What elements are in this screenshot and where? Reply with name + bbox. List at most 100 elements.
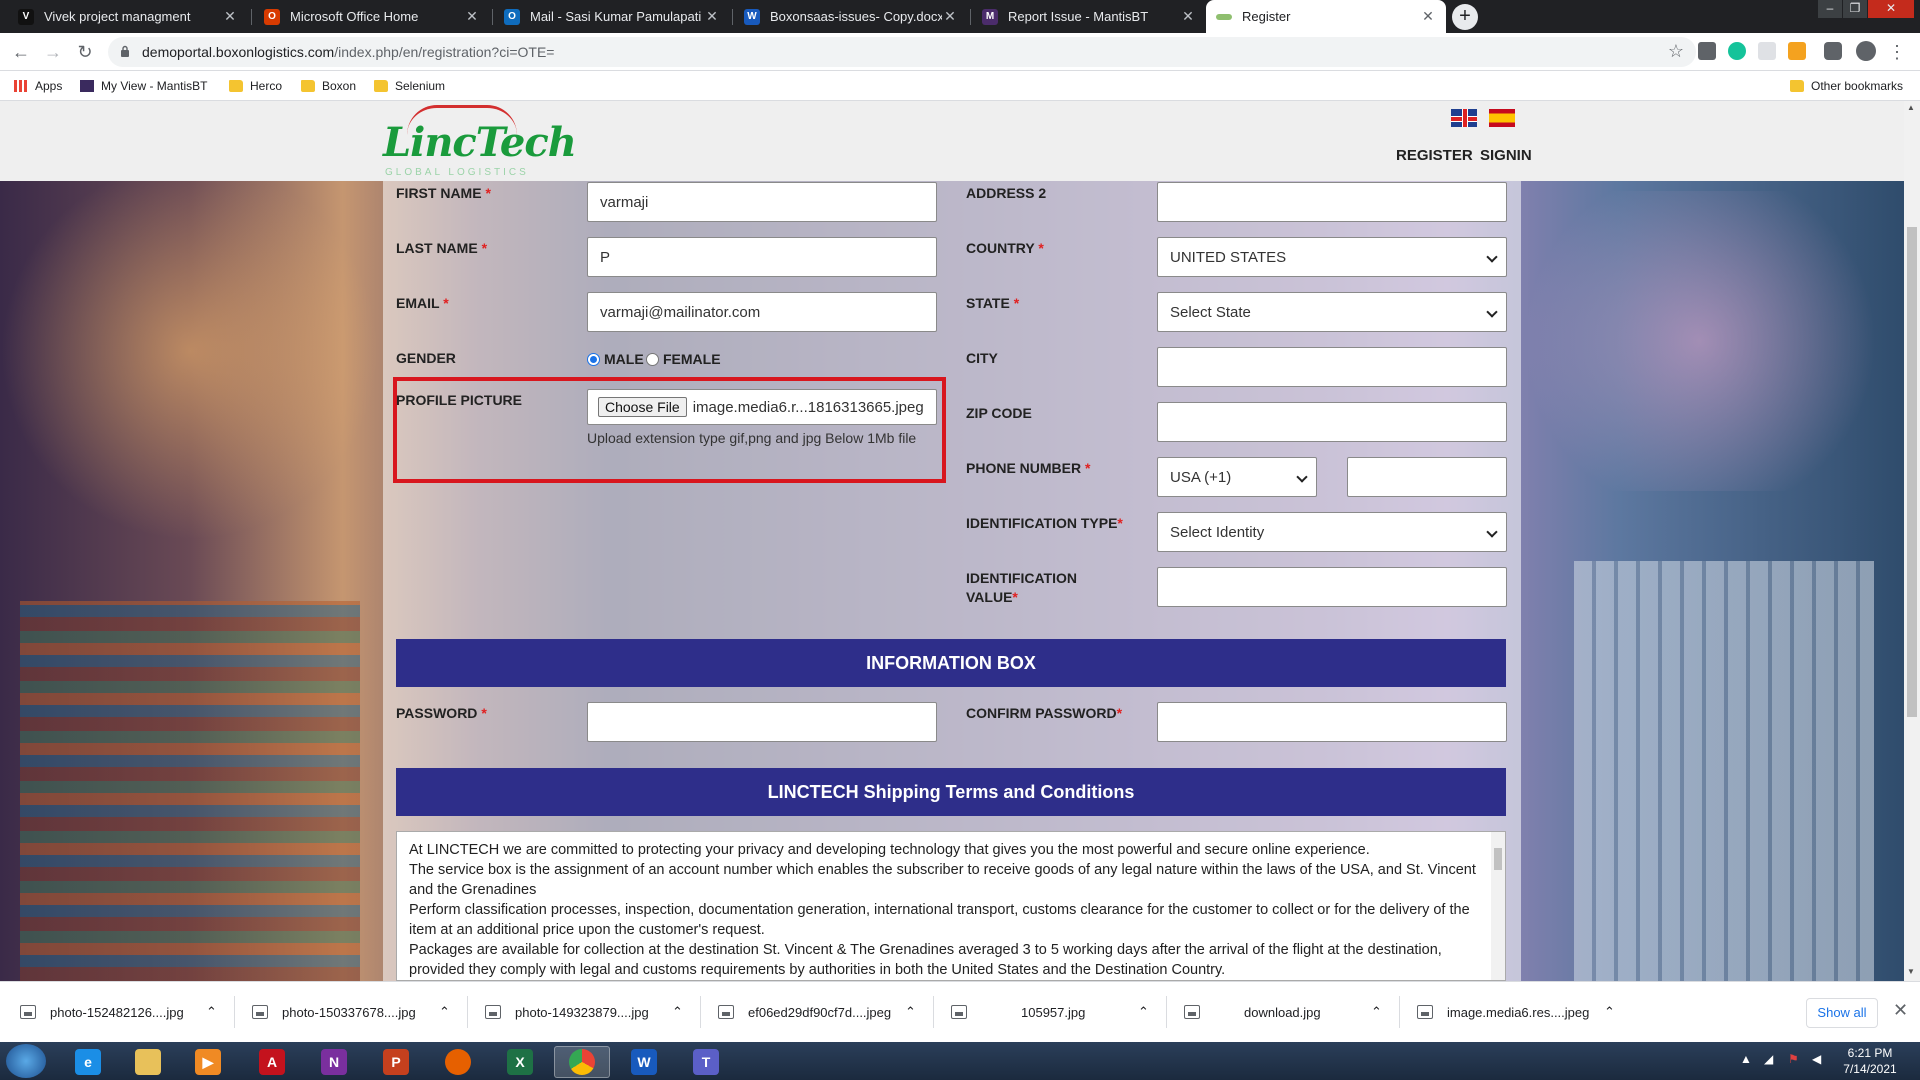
scrollbar-thumb[interactable] [1494,848,1502,870]
taskbar-word[interactable]: W [616,1046,672,1078]
back-icon[interactable]: ← [10,41,32,63]
browser-tab[interactable]: O Microsoft Office Home ✕ [254,0,490,33]
download-item[interactable]: ef06ed29df90cf7d....jpeg [718,1000,891,1024]
zip-code-input[interactable] [1157,402,1507,442]
taskbar-teams[interactable]: T [678,1046,734,1078]
chevron-up-icon[interactable]: ⌃ [672,1000,683,1024]
extension-icon[interactable] [1788,42,1806,60]
volume-icon[interactable]: ◀ [1812,1052,1821,1066]
close-tab-icon[interactable]: ✕ [222,8,238,25]
address2-input[interactable] [1157,182,1507,222]
chevron-up-icon[interactable]: ⌃ [439,1000,450,1024]
network-icon[interactable]: ◢ [1764,1052,1773,1066]
chevron-up-icon[interactable]: ⌃ [206,1000,217,1024]
profile-avatar-icon[interactable] [1856,41,1876,61]
bookmark-herco[interactable]: Herco [229,77,282,95]
download-item[interactable]: image.media6.res....jpeg [1417,1000,1589,1024]
taskbar-onenote[interactable]: N [306,1046,362,1078]
grammarly-icon[interactable] [1728,42,1746,60]
chevron-up-icon[interactable]: ⌃ [1604,1000,1615,1024]
address-bar[interactable]: demoportal.boxonlogistics.com/index.php/… [108,37,1696,67]
browser-tab[interactable]: W Boxonsaas-issues- Copy.docx ✕ [734,0,968,33]
restore-icon[interactable]: ❐ [1843,0,1867,18]
last-name-input[interactable]: P [587,237,937,277]
first-name-input[interactable]: varmaji [587,182,937,222]
close-tab-icon[interactable]: ✕ [942,8,958,25]
page-viewport: LincTech GLOBAL LOGISTICS REGISTER SIGNI… [0,101,1904,981]
download-item[interactable]: photo-152482126....jpg [20,1000,184,1024]
city-input[interactable] [1157,347,1507,387]
reload-icon[interactable]: ↻ [74,41,96,63]
close-tab-icon[interactable]: ✕ [464,8,480,25]
password-input[interactable] [587,702,937,742]
identification-value-input[interactable] [1157,567,1507,607]
choose-file-button[interactable]: Choose File [598,397,687,417]
close-tab-icon[interactable]: ✕ [1420,8,1436,25]
tray-expand-icon[interactable]: ▲ [1740,1052,1752,1066]
close-downloads-icon[interactable]: ✕ [1893,1000,1908,1021]
bookmark-selenium[interactable]: Selenium [374,77,445,95]
scroll-down-icon[interactable]: ▼ [1907,967,1915,976]
bookmark-other[interactable]: Other bookmarks [1790,77,1903,95]
bookmark-star-icon[interactable]: ☆ [1668,41,1684,62]
chevron-up-icon[interactable]: ⌃ [1371,1000,1382,1024]
browser-tab[interactable]: M Report Issue - MantisBT ✕ [972,0,1206,33]
download-item[interactable]: photo-150337678....jpg [252,1000,416,1024]
bookmark-boxon[interactable]: Boxon [301,77,356,95]
page-scrollbar[interactable]: ▲ ▼ [1904,101,1920,981]
chevron-up-icon[interactable]: ⌃ [905,1000,916,1024]
taskbar-chrome[interactable] [554,1046,610,1078]
signin-link[interactable]: SIGNIN [1480,147,1532,164]
chevron-up-icon[interactable]: ⌃ [1138,1000,1149,1024]
taskbar-acrobat[interactable]: A [244,1046,300,1078]
taskbar-media[interactable]: ▶ [180,1046,236,1078]
terms-textarea[interactable]: At LINCTECH we are committed to protecti… [396,831,1506,981]
windows-start-icon[interactable] [6,1044,46,1078]
system-clock[interactable]: 6:21 PM 7/14/2021 [1828,1045,1912,1077]
identification-type-select[interactable]: Select Identity [1157,512,1507,552]
extension-icon[interactable] [1698,42,1716,60]
menu-kebab-icon[interactable]: ⋮ [1886,41,1908,63]
phone-country-code-select[interactable]: USA (+1) [1157,457,1317,497]
close-window-icon[interactable]: ✕ [1868,0,1914,18]
phone-number-input[interactable] [1347,457,1507,497]
browser-tab[interactable]: O Mail - Sasi Kumar Pamulapati - O ✕ [494,0,730,33]
taskbar-explorer[interactable] [120,1046,176,1078]
taskbar-powerpoint[interactable]: P [368,1046,424,1078]
page-scrollbar-thumb[interactable] [1907,227,1917,717]
confirm-password-input[interactable] [1157,702,1507,742]
spanish-flag-icon[interactable] [1489,109,1515,127]
download-item[interactable]: 105957.jpg [951,1000,1085,1024]
forward-icon[interactable]: → [42,41,64,63]
bookmark-apps[interactable]: Apps [14,77,62,95]
gender-female-radio[interactable]: FEMALE [646,351,721,367]
profile-picture-file-input[interactable]: Choose File image.media6.r...1816313665.… [587,389,937,425]
internet-explorer-icon: e [75,1049,101,1075]
action-center-flag-icon[interactable]: ⚑ [1788,1052,1799,1066]
puzzle-icon[interactable] [1824,42,1842,60]
english-flag-icon[interactable] [1451,109,1477,127]
country-select[interactable]: UNITED STATES [1157,237,1507,277]
show-all-downloads-button[interactable]: Show all [1806,998,1878,1028]
linctech-logo[interactable]: LincTech GLOBAL LOGISTICS [383,101,577,181]
taskbar-firefox[interactable] [430,1046,486,1078]
new-tab-button[interactable]: + [1452,4,1478,30]
state-select[interactable]: Select State [1157,292,1507,332]
taskbar-ie[interactable]: e [60,1046,116,1078]
taskbar-excel[interactable]: X [492,1046,548,1078]
download-item[interactable]: download.jpg [1184,1000,1321,1024]
close-tab-icon[interactable]: ✕ [1180,8,1196,25]
bookmark-mantis[interactable]: My View - MantisBT [80,77,207,95]
state-label: STATE * [966,295,1020,311]
register-link[interactable]: REGISTER [1396,147,1473,164]
scroll-up-icon[interactable]: ▲ [1907,103,1915,112]
browser-tab[interactable]: V Vivek project managment ✕ [8,0,248,33]
download-item[interactable]: photo-149323879....jpg [485,1000,649,1024]
gender-male-radio[interactable]: MALE [587,351,644,367]
extension-icon[interactable] [1758,42,1776,60]
minimize-icon[interactable]: – [1818,0,1842,18]
email-input[interactable]: varmaji@mailinator.com [587,292,937,332]
terms-scrollbar[interactable] [1491,832,1505,980]
browser-tab-active[interactable]: Register ✕ [1206,0,1446,33]
close-tab-icon[interactable]: ✕ [704,8,720,25]
